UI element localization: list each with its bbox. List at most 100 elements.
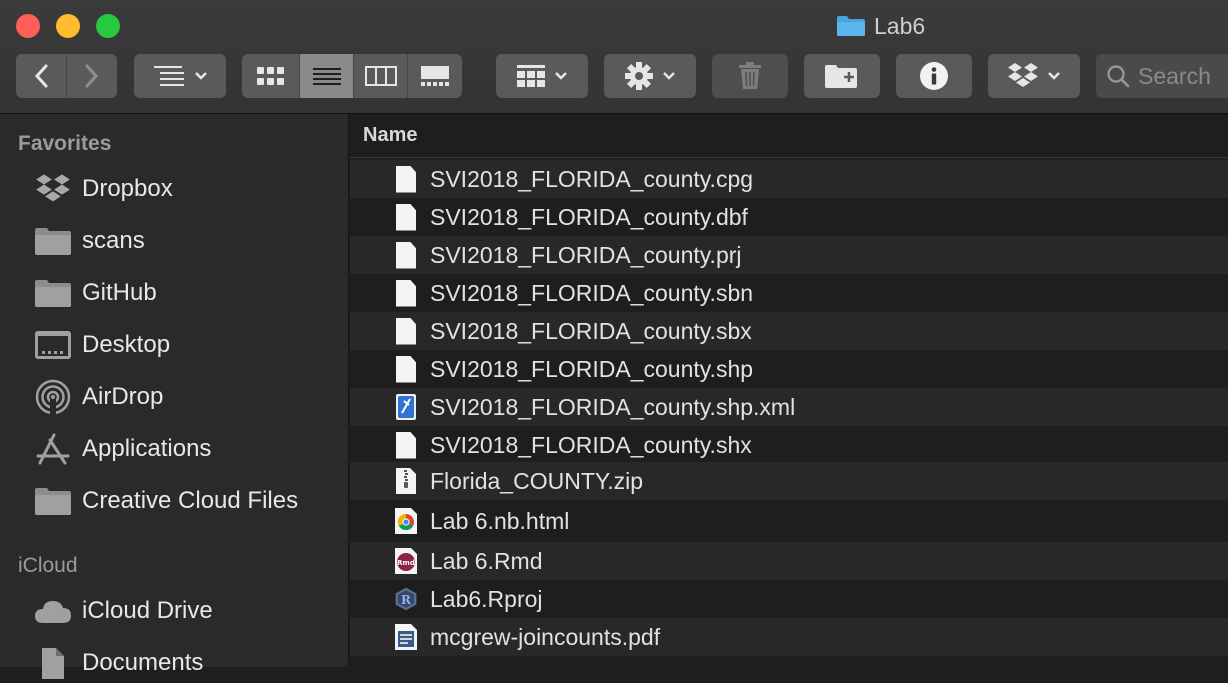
new-folder-button[interactable] xyxy=(804,54,880,98)
search-placeholder: Search xyxy=(1138,62,1211,89)
file-name: Lab 6.nb.html xyxy=(430,507,570,534)
document-icon xyxy=(394,316,418,346)
back-button[interactable] xyxy=(16,54,66,98)
sidebar-item-creative-cloud-files[interactable]: Creative Cloud Files xyxy=(34,481,298,521)
rproj-icon: R xyxy=(394,584,418,614)
file-row[interactable]: SVI2018_FLORIDA_county.shp xyxy=(350,350,1228,388)
forward-button[interactable] xyxy=(66,54,117,98)
file-row[interactable]: Florida_COUNTY.zip xyxy=(350,462,1228,500)
file-row[interactable]: SVI2018_FLORIDA_county.shx xyxy=(350,426,1228,464)
file-name: SVI2018_FLORIDA_county.shp.xml xyxy=(430,393,796,420)
sidebar-item-dropbox[interactable]: Dropbox xyxy=(34,169,173,209)
list-group-icon xyxy=(154,66,184,86)
dropbox-button[interactable] xyxy=(988,54,1080,98)
window-title-text: Lab6 xyxy=(874,12,926,39)
sidebar-item-label: iCloud Drive xyxy=(82,597,213,624)
documents-icon xyxy=(34,647,72,679)
xml-icon xyxy=(394,392,418,422)
file-row[interactable]: R Lab6.Rproj xyxy=(350,580,1228,618)
action-button[interactable] xyxy=(604,54,696,98)
folder-icon xyxy=(34,225,72,257)
icloud-heading: iCloud xyxy=(18,554,78,577)
columns-icon xyxy=(364,66,397,86)
file-row[interactable]: SVI2018_FLORIDA_county.sbn xyxy=(350,274,1228,312)
document-icon xyxy=(394,278,418,308)
chevron-down-icon xyxy=(195,72,207,80)
file-row[interactable]: SVI2018_FLORIDA_county.cpg xyxy=(350,160,1228,198)
sidebar-item-label: AirDrop xyxy=(82,383,164,410)
search-icon xyxy=(1107,65,1130,88)
file-row[interactable]: Lab 6.nb.html xyxy=(350,502,1228,540)
sidebar-item-airdrop[interactable]: AirDrop xyxy=(34,377,163,417)
sidebar-item-label: GitHub xyxy=(82,279,157,306)
gear-icon xyxy=(625,62,653,90)
get-info-button[interactable] xyxy=(896,54,972,98)
file-name: SVI2018_FLORIDA_county.shp xyxy=(430,355,754,382)
applications-icon xyxy=(34,433,72,465)
file-name: mcgrew-joincounts.pdf xyxy=(430,623,661,650)
sidebar-item-github[interactable]: GitHub xyxy=(34,273,157,313)
file-name: Lab6.Rproj xyxy=(430,585,543,612)
file-row[interactable]: SVI2018_FLORIDA_county.shp.xml xyxy=(350,388,1228,426)
column-header-name[interactable]: Name xyxy=(350,114,1228,158)
folder-icon xyxy=(837,16,865,36)
file-row[interactable]: SVI2018_FLORIDA_county.sbx xyxy=(350,312,1228,350)
sidebar-item-label: Applications xyxy=(82,435,212,462)
file-name: SVI2018_FLORIDA_county.sbx xyxy=(430,317,752,344)
document-icon xyxy=(394,240,418,270)
sidebar: Favorites Dropbox scans GitHub Desktop A… xyxy=(0,114,349,679)
file-row[interactable]: SVI2018_FLORIDA_county.prj xyxy=(350,236,1228,274)
file-row[interactable]: SVI2018_FLORIDA_county.dbf xyxy=(350,198,1228,236)
rmd-icon: Rmd xyxy=(394,546,418,576)
icon-view-button[interactable] xyxy=(242,54,299,98)
sidebar-item-scans[interactable]: scans xyxy=(34,221,145,261)
zip-icon xyxy=(394,466,418,496)
folder-icon xyxy=(34,485,72,517)
desktop-icon xyxy=(34,329,72,361)
list-view-button[interactable] xyxy=(299,54,353,98)
sidebar-item-applications[interactable]: Applications xyxy=(34,429,211,469)
document-icon xyxy=(394,202,418,232)
arrange-button[interactable] xyxy=(496,54,588,98)
minimize-window-button[interactable] xyxy=(56,14,80,38)
chevron-down-icon xyxy=(555,72,567,80)
document-icon xyxy=(394,354,418,384)
column-view-button[interactable] xyxy=(353,54,407,98)
chevron-right-icon xyxy=(85,64,99,88)
toolbar: Lab6 Search xyxy=(0,0,1228,114)
sidebar-item-desktop[interactable]: Desktop xyxy=(34,325,170,365)
chevron-down-icon xyxy=(1048,72,1060,80)
gallery-view-button[interactable] xyxy=(407,54,462,98)
chrome-icon xyxy=(394,506,418,536)
file-row[interactable]: mcgrew-joincounts.pdf xyxy=(350,618,1228,656)
file-row[interactable]: Rmd Lab 6.Rmd xyxy=(350,542,1228,580)
list-icon xyxy=(312,68,341,85)
close-window-button[interactable] xyxy=(16,14,40,38)
file-name: Florida_COUNTY.zip xyxy=(430,467,644,494)
info-icon xyxy=(920,62,948,90)
pdf-icon xyxy=(394,622,418,652)
file-name: SVI2018_FLORIDA_county.prj xyxy=(430,241,742,268)
file-name: SVI2018_FLORIDA_county.sbn xyxy=(430,279,754,306)
search-field[interactable]: Search xyxy=(1096,54,1228,98)
sidebar-item-label: Documents xyxy=(82,649,204,676)
arrange-grid-icon xyxy=(517,65,545,87)
sidebar-item-icloud-drive[interactable]: iCloud Drive xyxy=(34,591,213,631)
document-icon xyxy=(394,430,418,460)
chevron-down-icon xyxy=(663,72,675,80)
chevron-left-icon xyxy=(34,64,48,88)
document-icon xyxy=(394,164,418,194)
favorites-heading: Favorites xyxy=(18,132,112,155)
maximize-window-button[interactable] xyxy=(96,14,120,38)
group-by-button[interactable] xyxy=(134,54,226,98)
file-name: SVI2018_FLORIDA_county.shx xyxy=(430,431,752,458)
grid-icon xyxy=(256,67,284,85)
airdrop-icon xyxy=(34,379,72,415)
svg-text:R: R xyxy=(401,593,412,607)
folder-icon xyxy=(34,277,72,309)
sidebar-item-documents[interactable]: Documents xyxy=(34,643,203,683)
gallery-icon xyxy=(421,66,449,86)
cloud-icon xyxy=(34,595,72,627)
window-title: Lab6 xyxy=(836,12,925,40)
trash-button[interactable] xyxy=(712,54,788,98)
